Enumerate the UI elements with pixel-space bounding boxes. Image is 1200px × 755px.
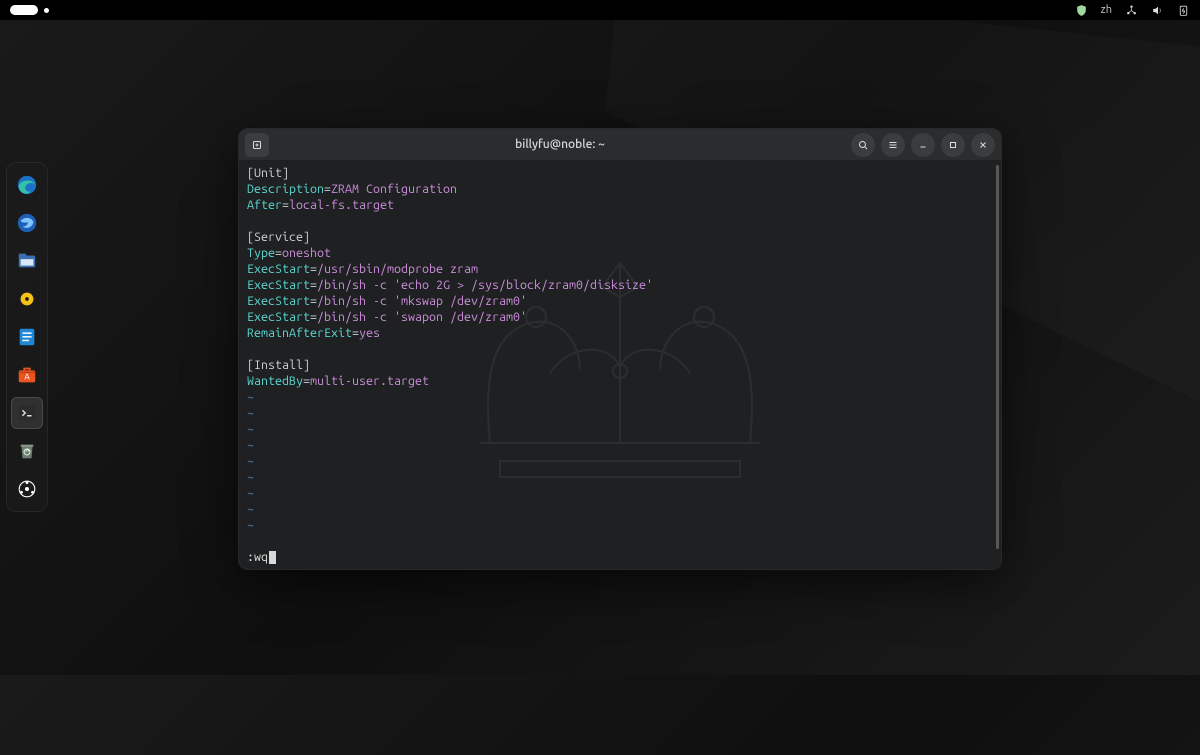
dock-item-files[interactable] <box>11 245 43 277</box>
editor-content: [Unit] Description=ZRAM Configuration Af… <box>247 165 995 549</box>
val-exec3: /bin/sh -c 'mkswap /dev/zram0' <box>317 294 527 308</box>
minimize-button[interactable] <box>911 133 935 157</box>
section-install: [Install] <box>247 358 310 372</box>
key-type: Type <box>247 246 275 260</box>
activities-area[interactable] <box>10 5 49 15</box>
dock-item-writer[interactable] <box>11 321 43 353</box>
activities-dot <box>44 8 49 13</box>
key-remain: RemainAfterExit <box>247 326 352 340</box>
section-service: [Service] <box>247 230 310 244</box>
power-icon[interactable] <box>1176 3 1190 17</box>
dock-item-software[interactable]: A <box>11 359 43 391</box>
vim-command-line[interactable]: :wq <box>247 549 276 565</box>
val-remain: yes <box>359 326 380 340</box>
val-wantedby: multi-user.target <box>310 374 429 388</box>
activities-pill <box>10 5 38 15</box>
top-bar: zh <box>0 0 1200 20</box>
vim-tilde: ~ <box>247 486 254 500</box>
dock-item-thunderbird[interactable] <box>11 207 43 239</box>
key-exec3: ExecStart <box>247 294 310 308</box>
dock-item-trash[interactable] <box>11 435 43 467</box>
vim-tilde: ~ <box>247 422 254 436</box>
vim-tilde: ~ <box>247 502 254 516</box>
svg-text:A: A <box>24 372 30 382</box>
key-exec4: ExecStart <box>247 310 310 324</box>
val-exec2: /bin/sh -c 'echo 2G > /sys/block/zram0/d… <box>317 278 653 292</box>
dock-item-rhythmbox[interactable] <box>11 283 43 315</box>
val-exec1: /usr/sbin/modprobe zram <box>317 262 478 276</box>
vim-tilde: ~ <box>247 406 254 420</box>
vim-tilde: ~ <box>247 454 254 468</box>
input-method-indicator[interactable]: zh <box>1101 4 1112 16</box>
search-button[interactable] <box>851 133 875 157</box>
dock: A <box>6 162 48 512</box>
shield-icon[interactable] <box>1075 3 1089 17</box>
val-type: oneshot <box>282 246 331 260</box>
val-exec4: /bin/sh -c 'swapon /dev/zram0' <box>317 310 527 324</box>
val-description: ZRAM Configuration <box>331 182 457 196</box>
hamburger-menu-button[interactable] <box>881 133 905 157</box>
terminal-window: billyfu@noble: ~ <box>238 128 1002 570</box>
cursor-icon <box>269 551 276 564</box>
key-description: Description <box>247 182 324 196</box>
vim-tilde: ~ <box>247 438 254 452</box>
key-wantedby: WantedBy <box>247 374 303 388</box>
vim-command-text: :wq <box>247 549 268 565</box>
maximize-button[interactable] <box>941 133 965 157</box>
titlebar[interactable]: billyfu@noble: ~ <box>239 129 1001 161</box>
key-exec1: ExecStart <box>247 262 310 276</box>
vim-tilde: ~ <box>247 518 254 532</box>
terminal-body[interactable]: [Unit] Description=ZRAM Configuration Af… <box>239 161 1001 569</box>
section-unit: [Unit] <box>247 166 289 180</box>
key-exec2: ExecStart <box>247 278 310 292</box>
val-after: local-fs.target <box>289 198 394 212</box>
network-icon[interactable] <box>1124 3 1138 17</box>
volume-icon[interactable] <box>1150 3 1164 17</box>
vim-tilde: ~ <box>247 390 254 404</box>
key-after: After <box>247 198 282 212</box>
dock-item-terminal[interactable] <box>11 397 43 429</box>
dock-item-edge[interactable] <box>11 169 43 201</box>
close-button[interactable] <box>971 133 995 157</box>
dock-item-show-apps[interactable] <box>11 473 43 505</box>
vim-tilde: ~ <box>247 470 254 484</box>
new-tab-button[interactable] <box>245 133 269 157</box>
window-title: billyfu@noble: ~ <box>269 138 851 151</box>
